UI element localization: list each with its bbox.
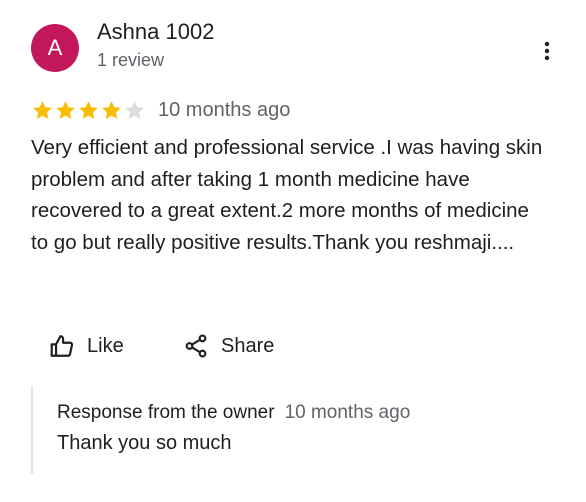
like-label: Like [87,334,124,357]
star-rating [31,99,146,122]
star-filled-icon [79,100,98,119]
review-date: 10 months ago [158,98,291,121]
avatar-initial: A [47,35,63,60]
share-button[interactable]: Share [183,328,274,364]
avatar[interactable]: A [31,24,79,72]
thumb-up-icon [50,335,74,357]
more-options-button[interactable] [532,36,562,66]
rating-row: 10 months ago [31,96,290,124]
owner-response-date: 10 months ago [284,402,411,423]
star-empty-icon [125,100,144,119]
star-filled-icon [33,100,52,119]
star-filled-icon [56,100,75,119]
owner-response-text: Thank you so much [57,432,232,454]
review-text: Very efficient and professional service … [31,136,543,254]
owner-response-label: Response from the owner [57,402,275,423]
owner-response: Response from the owner 10 months ago Tha… [31,386,553,474]
reviewer-name[interactable]: Ashna 1002 [97,19,214,45]
more-vert-icon [544,41,550,61]
share-label: Share [221,334,275,357]
reviewer-review-count: 1 review [97,50,165,70]
share-icon [185,334,207,358]
star-filled-icon [102,100,121,119]
like-button[interactable]: Like [49,328,124,364]
owner-response-header: Response from the owner 10 months ago [57,402,410,424]
